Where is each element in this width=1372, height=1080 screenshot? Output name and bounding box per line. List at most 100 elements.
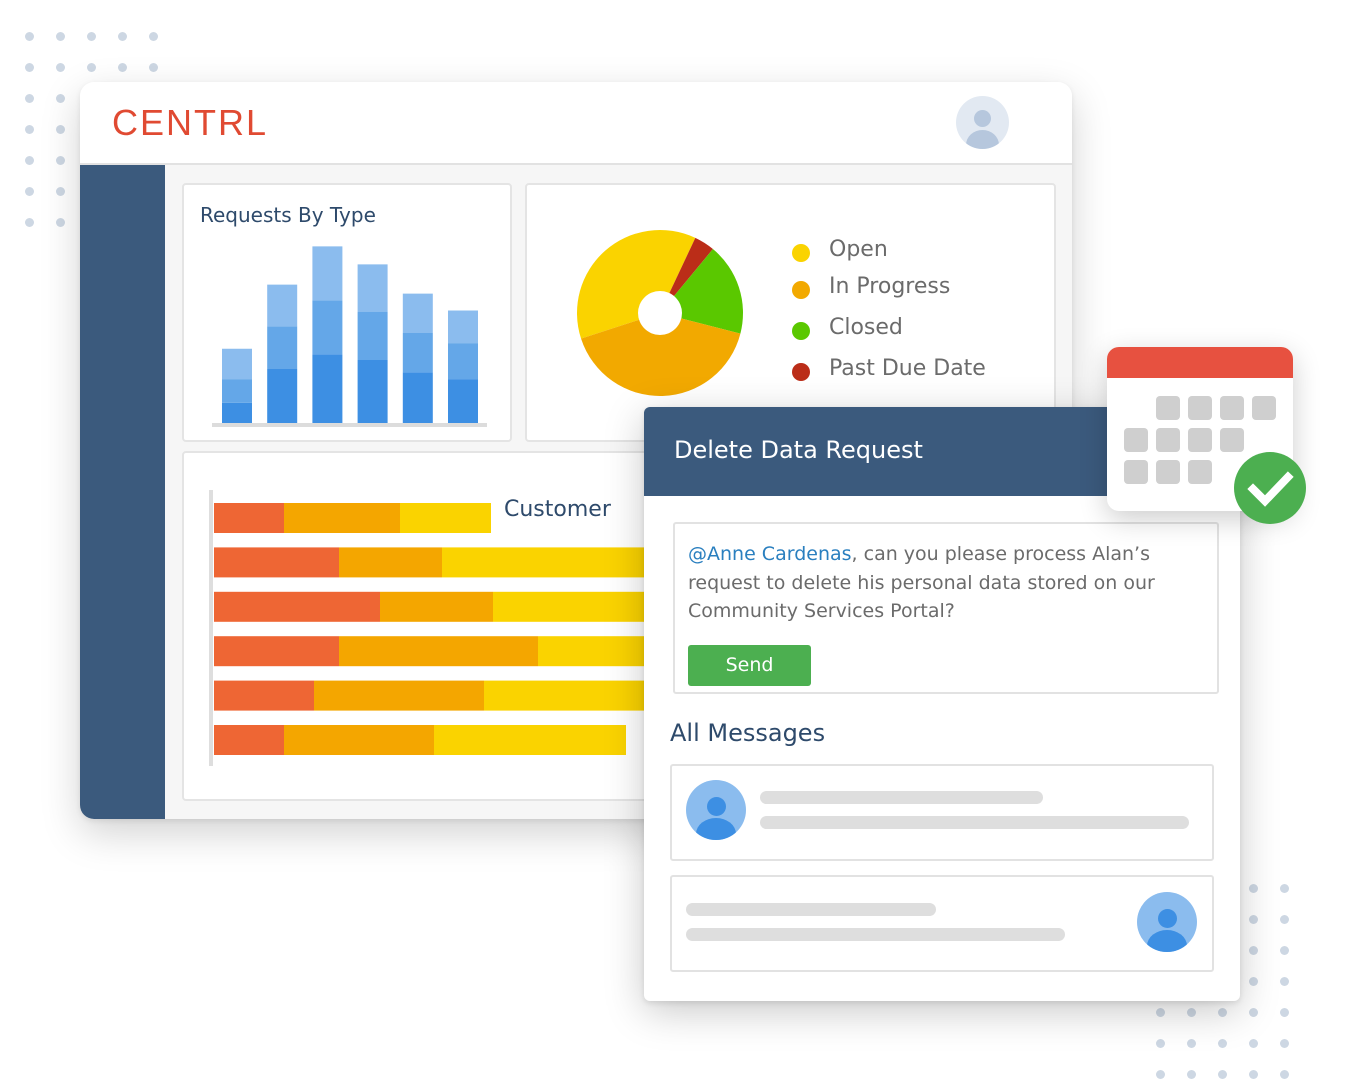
- centrl-logo[interactable]: CENTRL: [112, 102, 268, 144]
- decorative-dot: [1249, 1070, 1258, 1079]
- bar-segment: [222, 348, 252, 380]
- decorative-dot: [1218, 1039, 1227, 1048]
- customer-label: Customer: [504, 497, 611, 522]
- decorative-dot: [87, 32, 96, 41]
- avatar-body: [696, 818, 736, 840]
- decorative-dot: [87, 63, 96, 72]
- legend-label: Past Due Date: [829, 356, 986, 381]
- decorative-dot: [25, 156, 34, 165]
- message-item[interactable]: [670, 875, 1214, 972]
- decorative-dot: [1187, 1070, 1196, 1079]
- message-text[interactable]: @Anne Cardenas, can you please process A…: [688, 540, 1208, 626]
- legend-swatch: [792, 281, 810, 299]
- decorative-dot: [1249, 946, 1258, 955]
- decorative-dot: [56, 156, 65, 165]
- decorative-dot: [149, 32, 158, 41]
- legend-label: Closed: [829, 315, 903, 340]
- decorative-dot: [1280, 1039, 1289, 1048]
- calendar-day-cell: [1252, 396, 1276, 420]
- avatar-body: [966, 130, 999, 149]
- avatar-head: [974, 110, 991, 127]
- calendar-day-cell: [1156, 428, 1180, 452]
- checkmark-icon: [1234, 452, 1306, 524]
- legend-swatch: [792, 244, 810, 262]
- decorative-dot: [56, 32, 65, 41]
- calendar-day-cell: [1188, 428, 1212, 452]
- bar-segment: [312, 300, 343, 355]
- legend-label: In Progress: [829, 274, 951, 299]
- sidebar: [80, 165, 165, 819]
- decorative-dot: [1218, 1070, 1227, 1079]
- calendar-day-cell: [1188, 460, 1212, 484]
- text-placeholder: [686, 928, 1065, 941]
- legend-swatch: [792, 322, 810, 340]
- bar-segment: [402, 372, 433, 423]
- legend-label: Open: [829, 237, 888, 262]
- requests-bar-chart: [212, 246, 487, 427]
- decorative-dot: [1280, 977, 1289, 986]
- decorative-dot: [25, 218, 34, 227]
- decorative-dot: [1249, 1039, 1258, 1048]
- bar-segment: [222, 402, 252, 423]
- bar-segment: [402, 293, 433, 333]
- bar-segment: [448, 379, 478, 423]
- decorative-dot: [1280, 1008, 1289, 1017]
- app-header: CENTRL: [80, 82, 1072, 165]
- decorative-dot: [1187, 1008, 1196, 1017]
- decorative-dot: [1218, 1008, 1227, 1017]
- hbar-segment: [400, 503, 491, 533]
- decorative-dot: [56, 94, 65, 103]
- bar-segment: [222, 379, 252, 403]
- legend-item: Closed: [789, 315, 1029, 345]
- hbar-segment: [214, 636, 339, 667]
- decorative-dot: [1156, 1070, 1165, 1079]
- bar-segment: [357, 311, 388, 360]
- bar-segment: [312, 246, 343, 301]
- decorative-dot: [1249, 915, 1258, 924]
- user-mention-link[interactable]: @Anne Cardenas: [688, 543, 852, 565]
- message-item[interactable]: [670, 764, 1214, 861]
- hbar-segment: [284, 725, 434, 755]
- text-placeholder: [760, 791, 1043, 804]
- decorative-dot: [25, 125, 34, 134]
- calendar-day-cell: [1156, 460, 1180, 484]
- message-compose-box[interactable]: @Anne Cardenas, can you please process A…: [673, 522, 1219, 694]
- calendar-day-cell: [1124, 428, 1148, 452]
- decorative-dot: [1156, 1039, 1165, 1048]
- decorative-dot: [25, 94, 34, 103]
- decorative-dot: [1156, 1008, 1165, 1017]
- requests-by-type-card: Requests By Type: [182, 183, 512, 442]
- decorative-dot: [1249, 884, 1258, 893]
- bar-segment: [448, 310, 478, 344]
- hbar-segment: [214, 547, 339, 578]
- decorative-dot: [1249, 1008, 1258, 1017]
- hbar-segment: [339, 547, 442, 578]
- decorative-dot: [1187, 1039, 1196, 1048]
- hbar-segment: [214, 725, 284, 755]
- legend-item: In Progress: [789, 274, 1029, 304]
- hbar-segment: [434, 725, 626, 755]
- bar-segment: [402, 333, 433, 373]
- hbar-segment: [314, 680, 484, 711]
- text-placeholder: [760, 816, 1189, 829]
- decorative-dot: [1280, 915, 1289, 924]
- sender-avatar-icon: [1137, 892, 1197, 952]
- text-placeholder: [686, 903, 936, 916]
- legend-item: Open: [789, 237, 1029, 267]
- hbar-segment: [339, 636, 538, 667]
- y-axis-line: [209, 490, 213, 766]
- avatar-head: [707, 797, 726, 816]
- bar-segment: [312, 354, 343, 423]
- avatar-head: [1158, 909, 1177, 928]
- decorative-dot: [56, 125, 65, 134]
- user-avatar-icon[interactable]: [956, 96, 1009, 149]
- bar-segment: [267, 284, 298, 327]
- calendar-header: [1107, 347, 1293, 378]
- bar-segment: [267, 326, 298, 369]
- sender-avatar-icon: [686, 780, 746, 840]
- decorative-dot: [1280, 1070, 1289, 1079]
- checkmark-glyph: [1247, 471, 1294, 507]
- bar-segment: [448, 343, 478, 380]
- send-button[interactable]: Send: [688, 645, 811, 686]
- calendar-day-cell: [1220, 396, 1244, 420]
